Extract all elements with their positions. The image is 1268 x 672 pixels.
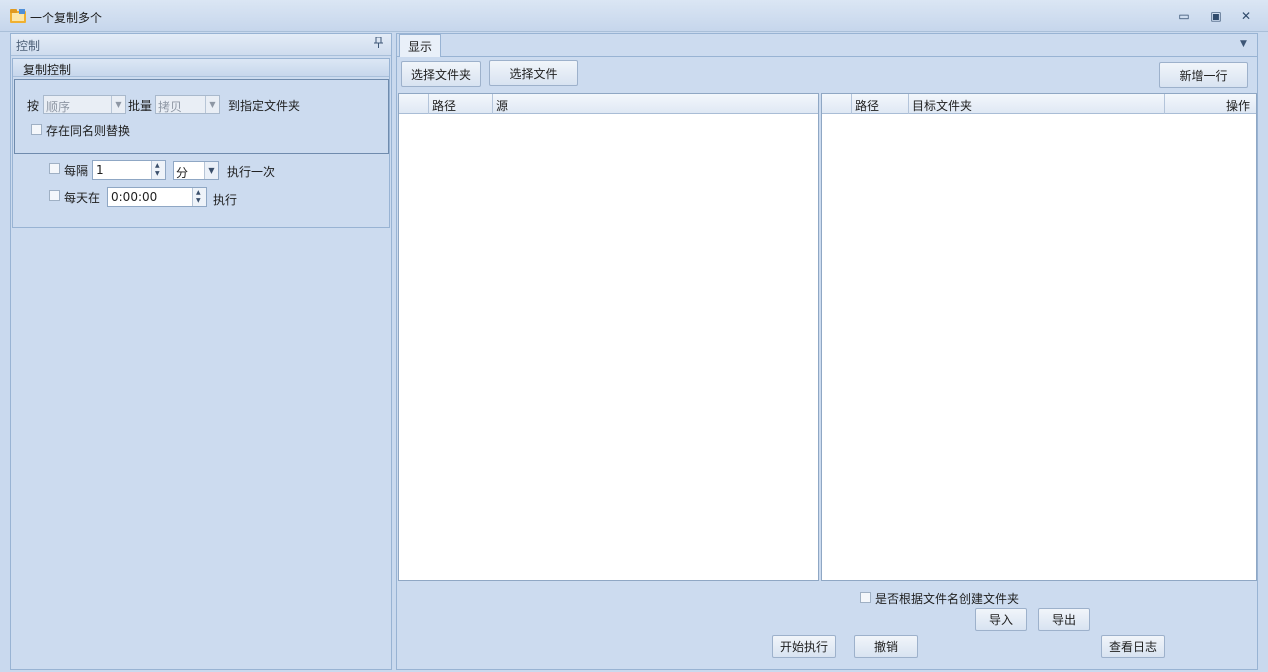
source-grid-header: 路径 源 [399, 94, 818, 114]
spin-up-icon[interactable]: ▲ [155, 162, 160, 169]
tab-display-label: 显示 [407, 39, 432, 54]
copy-options-box: 按 顺序 ▼ 批量 拷贝 ▼ 到指定文件夹 存在同名则替换 [14, 79, 389, 154]
control-panel-header: 控制 [11, 34, 391, 56]
maximize-icon[interactable]: ▣ [1207, 8, 1225, 24]
row-selector-header [399, 94, 429, 114]
spin-up-icon[interactable]: ▲ [196, 189, 201, 196]
select-file-button[interactable]: 选择文件 [489, 60, 578, 86]
copy-control-header: 复制控制 [13, 59, 389, 77]
by-label: 按 [27, 99, 40, 113]
import-button[interactable]: 导入 [975, 608, 1027, 631]
copy-mode-combo[interactable]: 拷贝 ▼ [155, 95, 220, 114]
bottom-controls: 是否根据文件名创建文件夹 导入 导出 开始执行 撤销 查看日志 [397, 582, 1257, 669]
daily-checkbox[interactable] [49, 190, 60, 201]
app-folder-icon [10, 9, 26, 23]
interval-checkbox[interactable] [49, 163, 60, 174]
tab-display[interactable]: 显示 [399, 34, 441, 57]
order-combo[interactable]: 顺序 ▼ [43, 95, 126, 114]
export-button[interactable]: 导出 [1038, 608, 1090, 631]
column-header-action[interactable]: 操作 [1165, 94, 1256, 114]
cancel-button[interactable]: 撤销 [854, 635, 918, 658]
spin-down-icon[interactable]: ▼ [155, 170, 160, 177]
batch-label: 批量 [128, 99, 153, 113]
daily-time-value: 0:00:00 [111, 190, 158, 204]
add-row-button[interactable]: 新增一行 [1159, 62, 1248, 88]
column-header-path[interactable]: 路径 [429, 94, 493, 114]
dropdown-arrow-icon: ▼ [204, 162, 218, 179]
order-combo-value: 顺序 [46, 100, 71, 114]
create-folder-label: 是否根据文件名创建文件夹 [875, 592, 1020, 606]
daily-suffix: 执行 [213, 193, 238, 207]
replace-same-name-checkbox[interactable] [31, 124, 42, 135]
interval-unit-value: 分 [176, 166, 189, 180]
display-panel: 显示 ▼ 选择文件夹 选择文件 新增一行 路径 源 路径 目标文件夹 操作 是否… [396, 33, 1258, 670]
column-header-source[interactable]: 源 [493, 94, 818, 114]
interval-suffix: 执行一次 [227, 165, 276, 179]
copy-control-title: 复制控制 [23, 63, 72, 77]
copy-control-group: 复制控制 按 顺序 ▼ 批量 拷贝 ▼ 到指定文件夹 存在同名则替换 每隔 1 … [12, 58, 390, 228]
spin-down-icon[interactable]: ▼ [196, 197, 201, 204]
interval-unit-combo[interactable]: 分 ▼ [173, 161, 219, 180]
daily-time-input[interactable]: 0:00:00 ▲ ▼ [107, 187, 207, 207]
source-grid[interactable]: 路径 源 [398, 93, 819, 581]
row-selector-header [822, 94, 852, 114]
interval-label: 每隔 [64, 164, 89, 178]
target-grid-header: 路径 目标文件夹 操作 [822, 94, 1256, 114]
title-bar: 一个复制多个 ▭ ▣ ✕ [0, 0, 1268, 32]
interval-spin[interactable]: ▲ ▼ [151, 161, 165, 179]
column-header-target-folder[interactable]: 目标文件夹 [909, 94, 1165, 114]
pin-icon[interactable] [374, 36, 383, 51]
interval-value: 1 [96, 163, 104, 177]
column-header-path[interactable]: 路径 [852, 94, 909, 114]
select-folder-button[interactable]: 选择文件夹 [401, 61, 481, 87]
view-log-button[interactable]: 查看日志 [1101, 635, 1165, 658]
tab-menu-icon[interactable]: ▼ [1240, 39, 1247, 49]
dropdown-arrow-icon: ▼ [111, 96, 125, 113]
daily-time-spin[interactable]: ▲ ▼ [192, 188, 206, 206]
tab-strip-line [397, 56, 1257, 57]
control-panel-title: 控制 [16, 39, 41, 53]
close-icon[interactable]: ✕ [1237, 8, 1255, 24]
replace-same-name-label: 存在同名则替换 [46, 124, 131, 138]
create-folder-checkbox[interactable] [860, 592, 871, 603]
copy-mode-combo-value: 拷贝 [158, 100, 183, 114]
target-folder-label: 到指定文件夹 [228, 99, 301, 113]
start-button[interactable]: 开始执行 [772, 635, 836, 658]
target-grid[interactable]: 路径 目标文件夹 操作 [821, 93, 1257, 581]
minimize-icon[interactable]: ▭ [1175, 8, 1193, 24]
control-panel: 控制 复制控制 按 顺序 ▼ 批量 拷贝 ▼ 到指定文件夹 存在同名则替换 每隔 [10, 33, 392, 670]
dropdown-arrow-icon: ▼ [205, 96, 219, 113]
interval-stepper[interactable]: 1 ▲ ▼ [92, 160, 166, 180]
window-title: 一个复制多个 [30, 11, 103, 25]
daily-label: 每天在 [64, 191, 101, 205]
